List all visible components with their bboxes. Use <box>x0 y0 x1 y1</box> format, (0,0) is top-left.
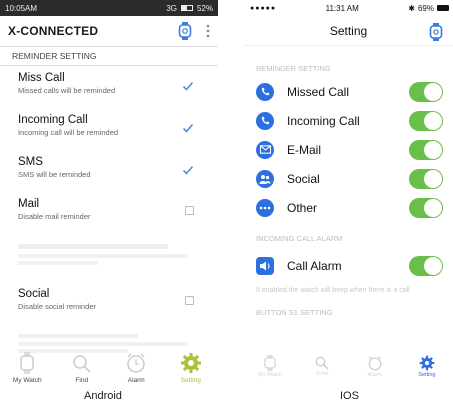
battery-icon <box>180 5 193 11</box>
toggle-switch[interactable] <box>409 110 443 131</box>
row-label: Social <box>287 171 320 186</box>
item-title: SMS <box>18 156 43 168</box>
reminder-item-incoming-call[interactable]: Incoming Call Incoming call will be remi… <box>0 108 218 150</box>
item-subtitle: Disable mail reminder <box>18 212 91 221</box>
signal-dots-icon: ●●●●● <box>250 4 277 12</box>
setting-row-social: Social <box>244 164 453 193</box>
reminder-item-mail[interactable]: Mail Disable mail reminder <box>0 192 218 234</box>
tab-label: Setting <box>180 377 201 384</box>
watch-icon <box>20 352 34 374</box>
app-header: X-CONNECTED <box>0 16 218 46</box>
watch-icon <box>264 354 276 371</box>
section-header-button: BUTTON S1 SETTING <box>256 307 333 317</box>
section-header-reminder: REMINDER SETTING <box>256 64 331 73</box>
reminder-item-disabled <box>0 234 218 282</box>
battery-level: 69% <box>417 3 434 13</box>
gear-icon <box>419 355 435 370</box>
row-label: Incoming Call <box>287 113 360 128</box>
section-header-incoming-alarm: INCOMING CALL ALARM <box>256 234 343 243</box>
toggle-switch[interactable] <box>409 139 443 160</box>
reminder-item-sms[interactable]: SMS SMS will be reminded <box>0 150 218 192</box>
item-title: Mail <box>18 198 40 210</box>
toggle-switch[interactable] <box>409 168 443 189</box>
call-alarm-note: If enabled,the watch will beep when ther… <box>256 287 410 294</box>
missed-call-icon <box>256 82 274 101</box>
item-title: Incoming Call <box>18 114 88 126</box>
tab-setting[interactable]: Setting <box>407 355 447 378</box>
tab-label: Setting <box>418 371 436 378</box>
mail-icon <box>256 140 274 159</box>
section-header-reminder: REMINDER SETTING <box>0 46 218 66</box>
item-subtitle: Disable social reminder <box>18 302 96 311</box>
tab-label: Alarm <box>127 377 145 384</box>
ios-screen: ●●●●● 11:31 AM ✱ 69% Setting REMINDER SE… <box>244 0 453 406</box>
setting-row-call-alarm: Call Alarm <box>244 251 453 280</box>
toggle-switch[interactable] <box>409 81 443 102</box>
reminder-item-miss-call[interactable]: Miss Call Missed calls will be reminded <box>0 66 218 108</box>
setting-row-email: E-Mail <box>244 135 453 164</box>
tab-label: Find <box>317 370 328 377</box>
row-label: E-Mail <box>287 142 322 157</box>
checkmark-icon[interactable] <box>182 80 194 92</box>
tab-setting[interactable]: Setting <box>169 352 213 384</box>
social-icon <box>256 169 274 188</box>
tab-find[interactable]: Find <box>302 356 342 377</box>
android-bottom-nav: My Watch Find Alarm Setting <box>0 338 218 384</box>
tab-label: My Watch <box>258 371 283 378</box>
page-title: Setting <box>329 23 368 38</box>
gear-icon <box>180 353 201 373</box>
setting-row-other: Other <box>244 193 453 222</box>
setting-row-missed-call: Missed Call <box>244 77 453 106</box>
platform-caption-ios: IOS <box>340 390 359 402</box>
speaker-icon <box>256 256 274 275</box>
network-indicator: 3G <box>166 3 177 13</box>
ios-nav-bar: Setting <box>244 16 453 46</box>
setting-row-incoming-call: Incoming Call <box>244 106 453 135</box>
alarm-clock-icon <box>368 355 382 370</box>
row-label: Call Alarm <box>287 258 342 273</box>
checkbox-unchecked[interactable] <box>185 206 194 215</box>
row-label: Missed Call <box>287 84 350 99</box>
item-title: Miss Call <box>18 72 65 84</box>
item-subtitle: Missed calls will be reminded <box>18 86 116 95</box>
reminder-item-social[interactable]: Social Disable social reminder <box>0 282 218 324</box>
checkmark-icon[interactable] <box>182 164 194 176</box>
tab-label: Find <box>75 377 89 384</box>
tab-my-watch[interactable]: My Watch <box>250 354 290 378</box>
tab-label: Alarm <box>367 371 382 378</box>
search-icon <box>73 355 91 373</box>
status-time: 11:31 AM <box>325 3 359 13</box>
watch-icon[interactable] <box>178 22 192 40</box>
alarm-clock-icon <box>127 353 145 373</box>
incoming-call-icon <box>256 111 274 130</box>
toggle-switch[interactable] <box>409 197 443 218</box>
overflow-menu-icon[interactable] <box>206 24 210 38</box>
item-title: Social <box>18 288 50 300</box>
android-screen: 10:05AM 3G 52% X-CONNECTED REMINDER SETT… <box>0 0 218 406</box>
watch-icon[interactable] <box>429 23 443 41</box>
bluetooth-icon: ✱ <box>408 3 415 13</box>
checkbox-unchecked[interactable] <box>185 296 194 305</box>
android-status-bar: 10:05AM 3G 52% <box>0 0 218 16</box>
app-title: X-CONNECTED <box>8 24 99 38</box>
status-time: 10:05AM <box>5 3 38 13</box>
toggle-switch[interactable] <box>409 255 443 276</box>
tab-find[interactable]: Find <box>60 354 104 384</box>
ios-tab-bar: My Watch Find Alarm Setting <box>244 348 453 384</box>
battery-level: 52% <box>196 3 213 13</box>
tab-my-watch[interactable]: My Watch <box>5 352 49 384</box>
checkmark-icon[interactable] <box>182 122 194 134</box>
platform-caption-android: Android <box>84 390 122 402</box>
more-icon <box>256 198 274 217</box>
row-label: Other <box>287 200 318 215</box>
search-icon <box>316 356 329 370</box>
tab-alarm[interactable]: Alarm <box>114 352 158 384</box>
battery-icon <box>436 5 449 11</box>
item-subtitle: SMS will be reminded <box>18 170 91 179</box>
tab-label: My Watch <box>12 377 42 384</box>
ios-status-bar: ●●●●● 11:31 AM ✱ 69% <box>244 0 453 16</box>
tab-alarm[interactable]: Alarm <box>355 355 395 378</box>
item-subtitle: Incoming call will be reminded <box>18 128 119 137</box>
